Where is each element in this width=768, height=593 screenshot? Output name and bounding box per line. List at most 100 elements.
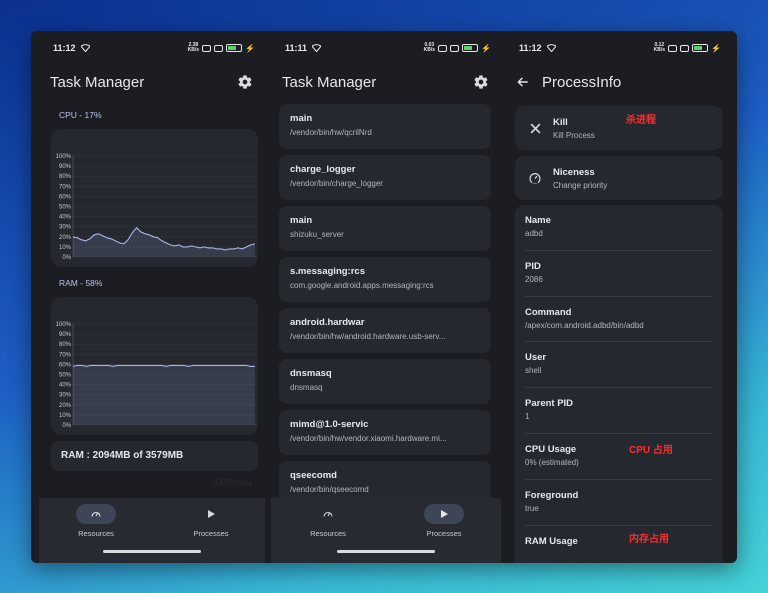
kill-button[interactable]: Kill Kill Process — [515, 106, 723, 150]
niceness-button[interactable]: Niceness Change priority — [515, 156, 723, 200]
play-icon — [441, 510, 448, 518]
series-area — [73, 365, 255, 425]
processes-screen: 11:11 0.03 KB/s ⚡ Task Manager main/vend… — [271, 31, 501, 563]
sim-icon — [680, 44, 690, 52]
y-tick-label: 10% — [59, 413, 72, 419]
nav-processes[interactable]: Processes — [404, 504, 484, 538]
watermark: APPINN — [212, 478, 253, 489]
home-indicator[interactable] — [337, 550, 435, 553]
app-bar: Task Manager — [271, 69, 501, 95]
detail-label: User — [525, 352, 547, 364]
list-item[interactable]: s.messaging:rcs com.google.android.apps.m… — [279, 257, 491, 302]
nav-resources-label: Resources — [78, 529, 114, 538]
kill-title: Kill — [553, 116, 568, 128]
detail-value: 0% (estimated) — [525, 457, 579, 467]
annotation-ram: 内存占用 — [629, 534, 669, 545]
wifi-icon — [80, 44, 90, 52]
net-speed: 2.38 KB/s — [187, 42, 200, 53]
app-bar: ProcessInfo — [505, 69, 731, 95]
battery-icon — [462, 44, 479, 52]
list-item[interactable]: dnsmasq dnsmasq — [279, 359, 491, 404]
y-tick-label: 70% — [59, 184, 72, 190]
speedometer-icon — [527, 170, 543, 186]
list-item[interactable]: main shizuku_server — [279, 206, 491, 251]
list-item[interactable]: charge_logger/vendor/bin/charge_logger — [279, 155, 491, 200]
charging-icon: ⚡ — [711, 43, 721, 53]
process-name: mimd@1.0-servic — [290, 419, 369, 430]
y-tick-label: 40% — [59, 383, 72, 389]
process-path: /vendor/bin/hw/vendor.xiaomi.hardware.mi… — [290, 434, 447, 443]
detail-row-parent-pid: Parent PID 1 — [525, 388, 713, 434]
gauge-icon — [323, 511, 333, 517]
battery-icon — [692, 44, 709, 52]
status-time: 11:12 — [53, 43, 76, 53]
y-tick-label: 100% — [56, 322, 72, 328]
y-tick-label: 60% — [59, 194, 72, 200]
process-path: shizuku_server — [290, 230, 344, 239]
y-tick-label: 90% — [59, 164, 72, 170]
nav-resources[interactable]: Resources — [288, 504, 368, 538]
detail-label: Name — [525, 215, 551, 226]
y-tick-label: 50% — [59, 205, 72, 211]
home-indicator[interactable] — [103, 550, 201, 553]
signal-icon — [202, 44, 212, 52]
detail-value: 1 — [525, 412, 530, 422]
bottom-nav: Resources Processes — [39, 498, 265, 563]
charging-icon: ⚡ — [245, 43, 255, 53]
detail-value: true — [525, 503, 539, 513]
wifi-icon — [312, 44, 322, 52]
app-title: Task Manager — [282, 73, 377, 91]
y-tick-label: 10% — [59, 245, 72, 251]
gear-icon[interactable] — [473, 74, 489, 90]
detail-label: CPU Usage — [525, 443, 577, 455]
y-tick-label: 30% — [59, 225, 72, 231]
process-name: s.messaging:rcs — [290, 266, 365, 277]
gear-icon[interactable] — [237, 74, 253, 90]
y-tick-label: 80% — [59, 174, 72, 180]
y-tick-label: 50% — [59, 373, 72, 379]
cpu-chart-card: 100% 90% 80% 70% 60% 50% 40% 30% 20% 10% 0% — [51, 129, 258, 267]
y-tick-label: 20% — [59, 235, 72, 241]
nav-processes[interactable]: Processes — [171, 504, 251, 538]
nav-processes-label: Processes — [193, 529, 229, 538]
y-tick-label: 90% — [59, 332, 72, 338]
detail-row-cpu-usage: CPU Usage 0% (estimated) — [525, 434, 713, 480]
detail-row-pid: PID 2086 — [525, 251, 713, 297]
process-path: dnsmasq — [290, 383, 323, 392]
detail-row-command: Command/apex/com.android.adbd/bin/adbd — [525, 297, 713, 343]
y-tick-label: 60% — [59, 362, 72, 368]
gauge-icon — [91, 511, 101, 517]
list-item[interactable]: android.hardwar/vendor/bin/hw/android.ha… — [279, 308, 491, 353]
detail-row-ram-usage: RAM Usage — [525, 526, 713, 563]
list-item[interactable]: main/vendor/bin/hw/qcrilNrd — [279, 104, 491, 149]
ram-summary: RAM : 2094MB of 3579MB — [51, 441, 258, 471]
back-arrow-icon[interactable] — [516, 75, 530, 89]
nav-resources[interactable]: Resources — [56, 504, 136, 538]
bottom-nav: Resources Processes — [271, 498, 501, 563]
list-item[interactable]: mimd@1.0-servic/vendor/bin/hw/vendor.xia… — [279, 410, 491, 455]
detail-row-name: Name adbd — [525, 205, 713, 251]
signal-icon — [438, 44, 448, 52]
kill-subtitle: Kill Process — [553, 130, 595, 140]
y-tick-label: 0% — [62, 423, 71, 429]
detail-value: adbd — [525, 229, 543, 238]
process-details: Name adbd PID 2086 Command/apex/com.androi… — [515, 205, 723, 563]
resources-screen: 11:12 2.38 KB/s ⚡ Task Manager CPU - 17%… — [39, 31, 265, 563]
ram-chart-card: 100% 90% 80% 70% 60% 50% 40% 30% 20% 10% 0% — [51, 297, 258, 435]
status-bar: 11:12 0.12 KB/s ⚡ — [519, 41, 721, 55]
detail-value: /apex/com.android.adbd/bin/adbd — [525, 320, 644, 330]
y-tick-label: 100% — [56, 154, 72, 160]
nav-resources-label: Resources — [310, 529, 346, 538]
process-name: qseecomd — [290, 470, 337, 481]
net-speed: 0.03 KB/s — [423, 42, 436, 53]
screenshot-frame: 11:12 2.38 KB/s ⚡ Task Manager CPU - 17%… — [31, 31, 737, 563]
close-icon — [527, 120, 543, 136]
detail-value: shell — [525, 366, 542, 376]
process-info-screen: 11:12 0.12 KB/s ⚡ ProcessInfo Kill Kill … — [505, 31, 731, 563]
niceness-subtitle: Change priority — [553, 180, 608, 190]
status-bar: 11:11 0.03 KB/s ⚡ — [285, 41, 491, 55]
process-path: /vendor/bin/hw/qcrilNrd — [290, 128, 372, 137]
status-bar: 11:12 2.38 KB/s ⚡ — [53, 41, 255, 55]
ram-chart: 100% 90% 80% 70% 60% 50% 40% 30% 20% 10% 0% — [56, 322, 255, 429]
detail-value: 2086 — [525, 274, 543, 284]
